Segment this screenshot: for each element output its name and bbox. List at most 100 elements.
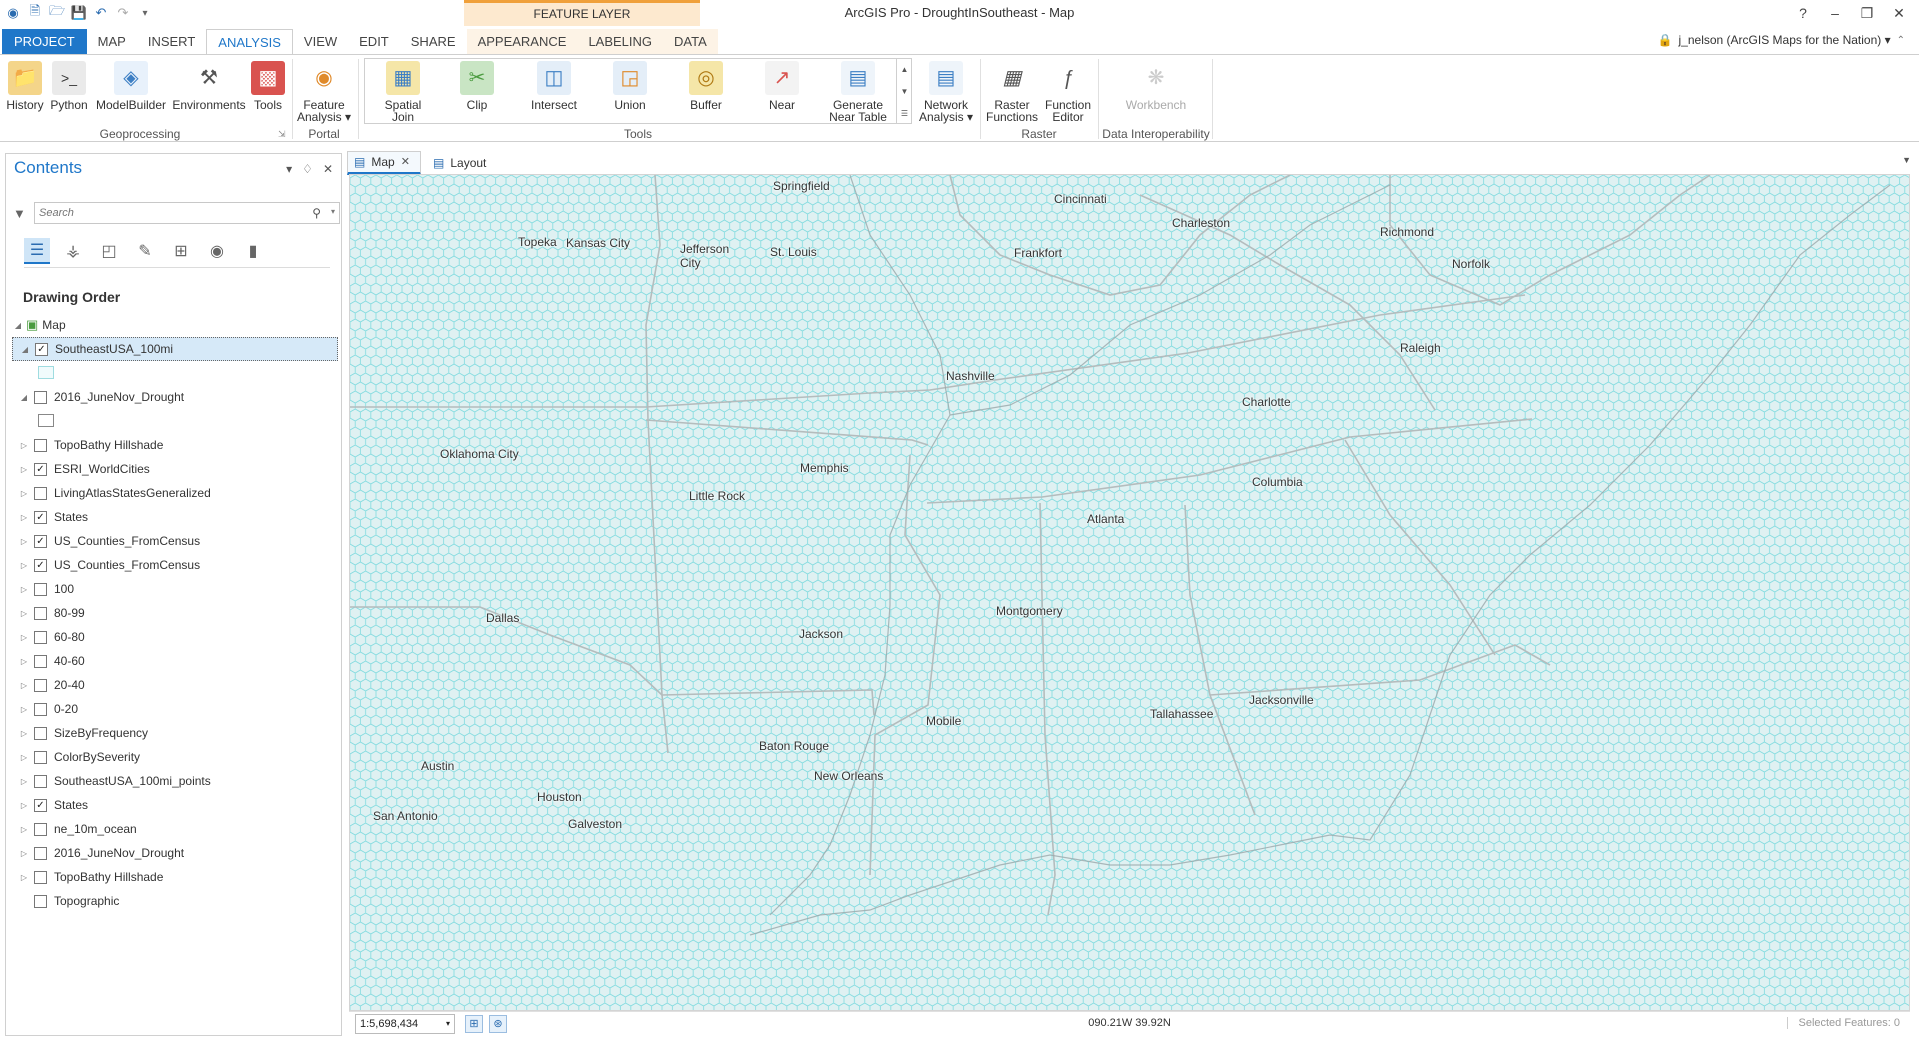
editing-icon[interactable]: ✎ [132, 238, 158, 264]
pane-menu-icon[interactable]: ▾ [286, 162, 292, 176]
expand-arrow-icon[interactable]: ▷ [18, 633, 30, 642]
layer-item[interactable]: ▷ SizeByFrequency [12, 721, 338, 745]
spatial-join-button[interactable]: ▦ Spatial Join [372, 61, 434, 123]
charts-icon[interactable]: ▮ [240, 238, 266, 264]
search-options-icon[interactable]: ▾ [331, 207, 335, 216]
tools-button[interactable]: ▩ Tools [248, 61, 288, 111]
data-source-icon[interactable]: ⚶ [60, 238, 86, 264]
layer-visibility-checkbox[interactable] [34, 606, 47, 620]
layer-item[interactable]: ▷ LivingAtlasStatesGeneralized [12, 481, 338, 505]
layer-visibility-checkbox[interactable] [34, 582, 47, 596]
layer-visibility-checkbox[interactable] [34, 726, 47, 740]
drawing-order-icon[interactable]: ☰ [24, 237, 50, 264]
collapse-arrow-icon[interactable]: ◢ [12, 321, 24, 330]
layer-item[interactable]: ▷ ne_10m_ocean [12, 817, 338, 841]
expand-arrow-icon[interactable]: ▷ [18, 705, 30, 714]
new-project-icon[interactable]: 🗎 [26, 3, 44, 22]
environments-button[interactable]: ⚒ Environments [172, 61, 246, 111]
tab-data[interactable]: DATA [663, 29, 718, 55]
layer-visibility-checkbox[interactable] [34, 846, 47, 860]
undo-icon[interactable]: ↶ [92, 4, 110, 22]
close-tab-icon[interactable]: ✕ [401, 151, 410, 173]
layer-item[interactable]: ◢ ✓ SoutheastUSA_100mi [12, 337, 338, 361]
tab-labeling[interactable]: LABELING [577, 29, 664, 55]
expand-arrow-icon[interactable]: ▷ [18, 777, 30, 786]
layer-item[interactable]: ▷ ColorBySeverity [12, 745, 338, 769]
gallery-up-icon[interactable]: ▲ [901, 65, 909, 74]
layer-visibility-checkbox[interactable]: ✓ [35, 342, 48, 356]
tab-project[interactable]: PROJECT [2, 29, 87, 55]
layer-item[interactable]: ▷ ✓ States [12, 793, 338, 817]
near-button[interactable]: ↗ Near [750, 61, 814, 111]
tab-overflow-icon[interactable]: ▼ [1902, 155, 1911, 165]
expand-arrow-icon[interactable]: ▷ [18, 561, 30, 570]
layer-visibility-checkbox[interactable]: ✓ [34, 534, 47, 548]
filter-icon[interactable]: ▼ [13, 206, 26, 221]
network-analysis-button[interactable]: ▤ Network Analysis ▾ [916, 61, 976, 123]
layer-item[interactable]: ▷ ✓ ESRI_WorldCities [12, 457, 338, 481]
layer-item[interactable]: ▷ ✓ US_Counties_FromCensus [12, 553, 338, 577]
redo-icon[interactable]: ↷ [114, 4, 132, 22]
gallery-scroll[interactable]: ▲ ▼ ☰ [896, 58, 912, 124]
expand-arrow-icon[interactable]: ▷ [18, 489, 30, 498]
snapping-icon[interactable]: ⊞ [168, 238, 194, 264]
search-input[interactable] [35, 203, 295, 223]
layer-symbol-row[interactable] [12, 409, 338, 433]
expand-arrow-icon[interactable]: ▷ [18, 753, 30, 762]
help-icon[interactable]: ? [1787, 2, 1819, 24]
layer-visibility-checkbox[interactable] [34, 750, 47, 764]
expand-arrow-icon[interactable]: ▷ [18, 609, 30, 618]
raster-functions-button[interactable]: ▦ Raster Functions [984, 61, 1040, 123]
expand-arrow-icon[interactable]: ▷ [18, 465, 30, 474]
feature-analysis-button[interactable]: ◉ Feature Analysis ▾ [296, 61, 352, 123]
layer-item[interactable]: ▷ 40-60 [12, 649, 338, 673]
modelbuilder-button[interactable]: ◈ ModelBuilder [92, 61, 170, 111]
gallery-down-icon[interactable]: ▼ [901, 87, 909, 96]
union-button[interactable]: ◲ Union [598, 61, 662, 111]
expand-arrow-icon[interactable]: ▷ [18, 441, 30, 450]
layer-visibility-checkbox[interactable] [34, 894, 47, 908]
minimize-button[interactable]: – [1819, 2, 1851, 24]
layer-item[interactable]: ▷ 2016_JuneNov_Drought [12, 841, 338, 865]
tab-insert[interactable]: INSERT [137, 29, 206, 55]
workbench-button[interactable]: ❋ Workbench [1120, 61, 1192, 111]
tab-appearance[interactable]: APPEARANCE [466, 29, 578, 55]
layer-visibility-checkbox[interactable] [34, 870, 47, 884]
layer-item[interactable]: ▷ 0-20 [12, 697, 338, 721]
layer-item[interactable]: ▷ 60-80 [12, 625, 338, 649]
layer-item[interactable]: ◢ 2016_JuneNov_Drought [12, 385, 338, 409]
layer-item[interactable]: ▷ ✓ US_Counties_FromCensus [12, 529, 338, 553]
collapse-arrow-icon[interactable]: ◢ [18, 393, 30, 402]
tab-map-view[interactable]: ▤ Map ✕ [347, 151, 421, 175]
layer-item[interactable]: ▷ TopoBathy Hillshade [12, 433, 338, 457]
layer-item[interactable]: ▷ TopoBathy Hillshade [12, 865, 338, 889]
expand-arrow-icon[interactable]: ▷ [18, 801, 30, 810]
python-button[interactable]: >_ Python [48, 61, 90, 111]
layer-item[interactable]: ▷ ✓ States [12, 505, 338, 529]
layer-visibility-checkbox[interactable] [34, 390, 47, 404]
layer-visibility-checkbox[interactable]: ✓ [34, 462, 47, 476]
layer-visibility-checkbox[interactable] [34, 702, 47, 716]
selection-icon[interactable]: ◰ [96, 238, 122, 264]
layer-visibility-checkbox[interactable]: ✓ [34, 798, 47, 812]
expand-arrow-icon[interactable]: ▷ [18, 681, 30, 690]
layer-item[interactable]: ▷ 20-40 [12, 673, 338, 697]
history-button[interactable]: 📁 History [4, 61, 46, 111]
gallery-expand-icon[interactable]: ☰ [901, 109, 908, 118]
expand-arrow-icon[interactable]: ▷ [18, 537, 30, 546]
layer-visibility-checkbox[interactable] [34, 486, 47, 500]
buffer-button[interactable]: ◎ Buffer [674, 61, 738, 111]
pin-icon[interactable]: ♢ [302, 162, 313, 176]
tab-analysis[interactable]: ANALYSIS [206, 29, 293, 56]
layer-visibility-checkbox[interactable] [34, 630, 47, 644]
app-logo-icon[interactable]: ◉ [4, 4, 22, 22]
expand-arrow-icon[interactable]: ▷ [18, 825, 30, 834]
layer-visibility-checkbox[interactable] [34, 438, 47, 452]
expand-arrow-icon[interactable]: ▷ [18, 585, 30, 594]
layer-item[interactable]: ▷ 80-99 [12, 601, 338, 625]
tab-view[interactable]: VIEW [293, 29, 348, 55]
layer-visibility-checkbox[interactable]: ✓ [34, 510, 47, 524]
collapse-ribbon-icon[interactable]: ⌃ [1897, 35, 1905, 46]
tab-map[interactable]: MAP [87, 29, 137, 55]
dialog-launcher-icon[interactable]: ⇲ [278, 129, 286, 140]
